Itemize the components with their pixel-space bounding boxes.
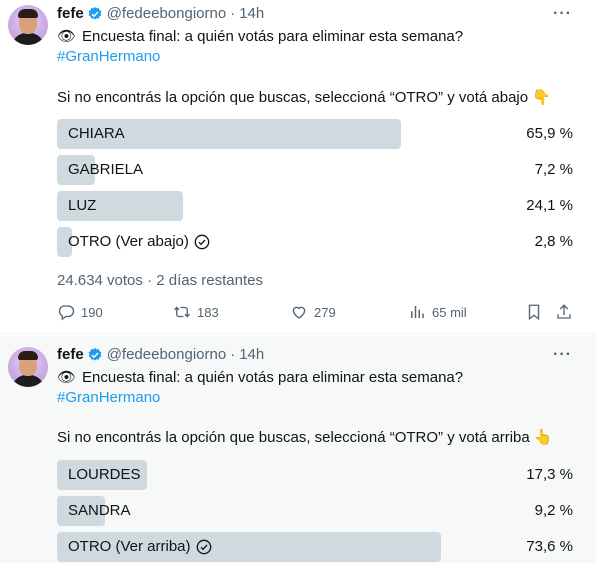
instruction-text: Si no encontrás la opción que buscas, se… (57, 89, 551, 106)
tweet-actions: 190 183 279 65 mil (57, 303, 577, 325)
poll-label: CHIARA (68, 125, 125, 142)
poll-label: GABRIELA (68, 161, 144, 178)
reply-button[interactable]: 190 (57, 303, 103, 321)
author-name[interactable]: fefe (57, 346, 84, 363)
retweet-button[interactable]: 183 (173, 303, 219, 321)
retweet-icon (174, 306, 190, 318)
more-options-icon[interactable]: ··· (553, 5, 572, 23)
tweet-header: fefe @fedeebongiorno · 14h (57, 5, 264, 22)
poll-label: LOURDES (68, 466, 141, 483)
pointing-up-emoji: 👆 (533, 429, 553, 446)
share-icon (557, 304, 571, 319)
check-circle-icon (194, 234, 210, 249)
share-button[interactable] (555, 303, 579, 321)
eye-emoji: 👁 (57, 28, 77, 45)
verified-badge-icon (88, 6, 102, 20)
poll-option-otro[interactable]: OTRO (Ver abajo) 2,8 % (57, 227, 579, 257)
verified-badge-icon (88, 347, 102, 361)
poll-percent: 17,3 % (526, 466, 573, 483)
avatar[interactable] (8, 5, 48, 45)
heart-icon (292, 306, 306, 319)
timestamp[interactable]: 14h (239, 5, 264, 22)
poll-percent: 9,2 % (534, 502, 573, 519)
more-options-icon[interactable]: ··· (553, 346, 572, 364)
reply-count: 190 (81, 304, 103, 320)
bookmark-icon (528, 304, 540, 321)
poll-percent: 24,1 % (526, 197, 573, 214)
tweet-1[interactable]: fefe @fedeebongiorno · 14h ··· 👁 Encuesta… (0, 0, 596, 334)
tweet-2[interactable]: fefe @fedeebongiorno · 14h ··· 👁 Encuesta… (0, 335, 596, 563)
poll-percent: 65,9 % (526, 125, 573, 142)
views-count: 65 mil (432, 304, 467, 320)
views-chart-icon (411, 306, 424, 318)
views-button[interactable]: 65 mil (408, 303, 467, 321)
tweet-text: 👁 Encuesta final: a quién votás para elim… (57, 28, 464, 45)
poll-option-otro[interactable]: OTRO (Ver arriba) 73,6 % (57, 532, 579, 562)
eye-emoji: 👁 (57, 369, 77, 386)
avatar[interactable] (8, 347, 48, 387)
poll-option-chiara[interactable]: CHIARA 65,9 % (57, 119, 579, 149)
poll-option-sandra[interactable]: SANDRA 9,2 % (57, 496, 579, 526)
author-handle[interactable]: @fedeebongiorno (107, 5, 227, 22)
poll-label: LUZ (68, 197, 97, 214)
author-handle[interactable]: @fedeebongiorno (107, 346, 227, 363)
author-name[interactable]: fefe (57, 5, 84, 22)
poll-label: OTRO (Ver abajo) (68, 233, 210, 250)
reply-icon (58, 305, 75, 321)
separator: · (230, 346, 236, 363)
poll-percent: 73,6 % (526, 538, 573, 555)
retweet-count: 183 (197, 304, 219, 320)
instruction-text: Si no encontrás la opción que buscas, se… (57, 429, 553, 446)
poll-percent: 7,2 % (534, 161, 573, 178)
poll-label: OTRO (Ver arriba) (68, 538, 212, 555)
timestamp[interactable]: 14h (239, 346, 264, 363)
like-count: 279 (314, 304, 336, 320)
poll-label: SANDRA (68, 502, 131, 519)
poll-option-luz[interactable]: LUZ 24,1 % (57, 191, 579, 221)
poll-option-lourdes[interactable]: LOURDES 17,3 % (57, 460, 579, 490)
like-button[interactable]: 279 (290, 303, 336, 321)
poll-percent: 2,8 % (534, 233, 573, 250)
poll-meta: 24.634 votos · 2 días restantes (57, 272, 263, 289)
pointing-down-emoji: 👇 (532, 89, 551, 106)
separator: · (230, 5, 236, 22)
check-circle-icon (196, 539, 211, 554)
hashtag-link[interactable]: #GranHermano (57, 47, 160, 67)
poll-option-gabriela[interactable]: GABRIELA 7,2 % (57, 155, 579, 185)
tweet-text: 👁 Encuesta final: a quién votás para elim… (57, 369, 464, 386)
hashtag-link[interactable]: #GranHermano (57, 388, 160, 408)
bookmark-button[interactable] (525, 303, 549, 321)
tweet-header: fefe @fedeebongiorno · 14h (57, 346, 264, 363)
